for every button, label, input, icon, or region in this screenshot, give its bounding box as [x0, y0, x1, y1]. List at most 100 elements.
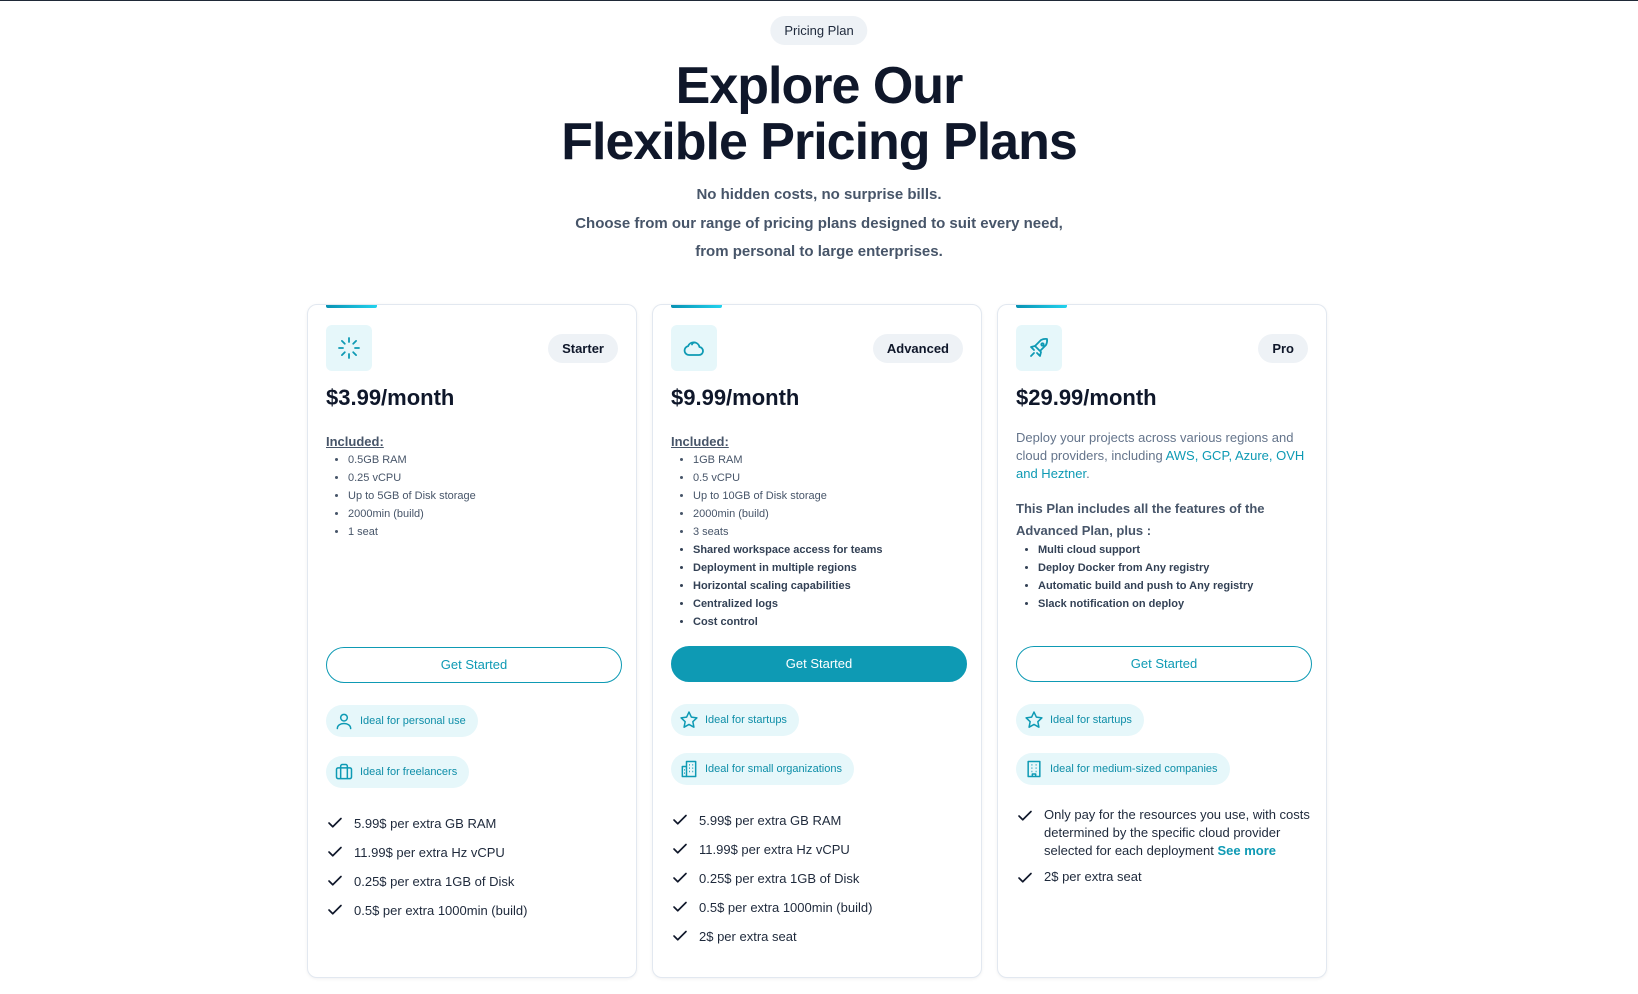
plan-price: $29.99/month	[1016, 385, 1157, 410]
check-icon	[328, 904, 342, 915]
extra-item: 5.99$ per extra GB RAM	[671, 806, 872, 835]
feature-item: Cost control	[693, 613, 883, 631]
check-icon	[1018, 810, 1032, 821]
extras-list: Only pay for the resources you use, with…	[1016, 806, 1312, 887]
subtitle-line-2: Choose from our range of pricing plans d…	[575, 214, 1063, 232]
extra-text: 0.25$ per extra 1GB of Disk	[699, 871, 860, 886]
extra-text: 11.99$ per extra Hz vCPU	[354, 845, 505, 860]
feature-list: 1GB RAM 0.5 vCPU Up to 10GB of Disk stor…	[671, 451, 883, 631]
feature-item: Multi cloud support	[1038, 541, 1253, 559]
get-started-button[interactable]: Get Started	[1016, 646, 1312, 682]
plan-tier-badge: Pro	[1258, 334, 1308, 363]
feature-item: Deployment in multiple regions	[693, 559, 883, 577]
extra-text: 2$ per extra seat	[699, 929, 797, 944]
extras-list: 5.99$ per extra GB RAM 11.99$ per extra …	[671, 806, 872, 951]
plan-card-starter: Starter $3.99/month Included: 0.5GB RAM …	[307, 304, 637, 978]
pill-label: Ideal for medium-sized companies	[1050, 763, 1218, 775]
loader-icon	[338, 337, 360, 359]
extra-text: 0.25$ per extra 1GB of Disk	[354, 874, 515, 889]
feature-item: Deploy Docker from Any registry	[1038, 559, 1253, 577]
page-title: Explore Our Flexible Pricing Plans	[0, 58, 1638, 170]
pill-label: Ideal for freelancers	[360, 766, 458, 778]
feature-item: Horizontal scaling capabilities	[693, 577, 883, 595]
ideal-for-pill: Ideal for small organizations	[671, 753, 854, 785]
ideal-for-pill: Ideal for startups	[1016, 704, 1144, 736]
office-building-icon	[1027, 760, 1041, 778]
card-accent	[326, 305, 377, 308]
check-icon	[1018, 872, 1032, 883]
check-icon	[673, 901, 687, 912]
extra-item: 0.25$ per extra 1GB of Disk	[326, 867, 527, 896]
ideal-for-pill: Ideal for startups	[671, 704, 799, 736]
pill-label: Ideal for startups	[1050, 714, 1132, 726]
feature-item: Slack notification on deploy	[1038, 595, 1253, 613]
plan-icon-box	[1016, 325, 1062, 371]
includes-advanced-text: This Plan includes all the features of t…	[1016, 501, 1265, 538]
check-icon	[328, 846, 342, 857]
building-icon	[681, 760, 697, 778]
page-subtitle: No hidden costs, no surprise bills. Choo…	[0, 181, 1638, 267]
description-end: .	[1086, 466, 1090, 481]
pill-label: Ideal for startups	[705, 714, 787, 726]
star-icon	[1025, 711, 1043, 728]
included-label: Included:	[671, 434, 729, 449]
subtitle-line-1: No hidden costs, no surprise bills.	[696, 186, 942, 203]
feature-item: 0.5GB RAM	[348, 451, 476, 469]
plan-description: Deploy your projects across various regi…	[1016, 429, 1312, 483]
extra-item: 11.99$ per extra Hz vCPU	[671, 835, 872, 864]
feature-item: 1GB RAM	[693, 451, 883, 469]
plan-price: $3.99/month	[326, 385, 455, 410]
ideal-for-pill: Ideal for medium-sized companies	[1016, 753, 1230, 785]
feature-list: 0.5GB RAM 0.25 vCPU Up to 5GB of Disk st…	[326, 451, 476, 541]
extra-item: 11.99$ per extra Hz vCPU	[326, 838, 527, 867]
section-badge: Pricing Plan	[770, 16, 868, 45]
check-icon	[673, 843, 687, 854]
check-icon	[328, 875, 342, 886]
extras-list: 5.99$ per extra GB RAM 11.99$ per extra …	[326, 809, 527, 925]
pill-label: Ideal for small organizations	[705, 763, 842, 775]
feature-item: Shared workspace access for teams	[693, 541, 883, 559]
feature-item: Centralized logs	[693, 595, 883, 613]
get-started-button[interactable]: Get Started	[326, 647, 622, 683]
feature-item: Up to 10GB of Disk storage	[693, 487, 883, 505]
ideal-for-pill: Ideal for freelancers	[326, 756, 470, 788]
extra-item: Only pay for the resources you use, with…	[1016, 806, 1312, 860]
feature-item: 1 seat	[348, 523, 476, 541]
cloud-icon	[683, 341, 704, 356]
get-started-button[interactable]: Get Started	[671, 646, 967, 682]
feature-item: 0.5 vCPU	[693, 469, 883, 487]
rocket-icon	[1030, 338, 1048, 357]
extra-item: 2$ per extra seat	[1016, 868, 1312, 887]
briefcase-icon	[335, 763, 353, 780]
card-accent	[671, 305, 722, 308]
extra-text: 11.99$ per extra Hz vCPU	[699, 842, 850, 857]
extra-text: Only pay for the resources you use, with…	[1044, 806, 1312, 860]
title-line-1: Explore Our	[675, 57, 964, 115]
extra-text: 5.99$ per extra GB RAM	[699, 813, 842, 828]
feature-item: 2000min (build)	[348, 505, 476, 523]
plan-card-advanced: Advanced $9.99/month Included: 1GB RAM 0…	[652, 304, 982, 978]
extra-item: 0.25$ per extra 1GB of Disk	[671, 864, 872, 893]
plan-icon-box	[671, 325, 717, 371]
extra-item: 0.5$ per extra 1000min (build)	[671, 893, 872, 922]
plan-tier-badge: Advanced	[872, 334, 963, 363]
extra-text: 5.99$ per extra GB RAM	[354, 816, 497, 831]
extra-item: 2$ per extra seat	[671, 922, 872, 951]
feature-item: 0.25 vCPU	[348, 469, 476, 487]
feature-item: 3 seats	[693, 523, 883, 541]
card-accent	[1016, 305, 1067, 308]
plan-tier-badge: Starter	[548, 334, 618, 363]
feature-item: Up to 5GB of Disk storage	[348, 487, 476, 505]
top-border	[0, 0, 1638, 1]
user-icon	[336, 713, 352, 730]
check-icon	[673, 814, 687, 825]
check-icon	[328, 817, 342, 828]
plan-card-pro: Pro $29.99/month Deploy your projects ac…	[997, 304, 1327, 978]
extra-item: 5.99$ per extra GB RAM	[326, 809, 527, 838]
see-more-link[interactable]: See more	[1217, 843, 1276, 858]
included-label: Included:	[326, 434, 384, 449]
feature-item: Automatic build and push to Any registry	[1038, 577, 1253, 595]
extra-item: 0.5$ per extra 1000min (build)	[326, 896, 527, 925]
ideal-for-pill: Ideal for personal use	[326, 705, 478, 737]
extra-text: 2$ per extra seat	[1044, 869, 1142, 884]
